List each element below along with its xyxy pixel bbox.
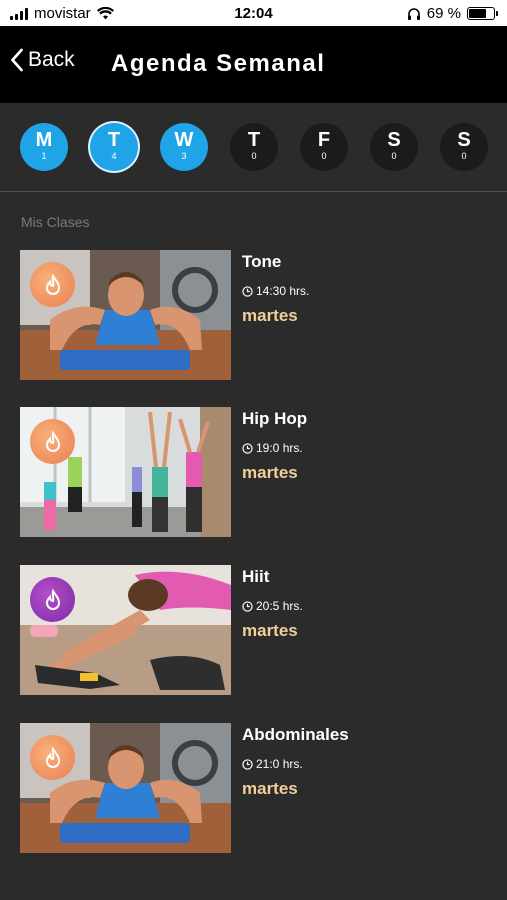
- headphones-icon: [407, 7, 420, 20]
- class-thumbnail: [20, 250, 231, 380]
- battery-icon: [467, 7, 498, 20]
- day-letter: W: [174, 129, 194, 151]
- day-count: 0: [461, 151, 467, 161]
- class-thumbnail: [20, 565, 231, 695]
- day-letter: T: [247, 129, 261, 151]
- day-button-friday[interactable]: F 0: [300, 123, 348, 171]
- class-item[interactable]: Abdominales 21:0 hrs. martes: [20, 723, 490, 853]
- class-item[interactable]: Hip Hop 19:0 hrs. martes: [20, 407, 490, 537]
- class-name: Tone: [242, 252, 282, 271]
- day-letter: T: [107, 129, 121, 151]
- class-thumbnail: [20, 723, 231, 853]
- class-time-text: 20:5 hrs.: [256, 599, 303, 613]
- class-time-text: 19:0 hrs.: [256, 441, 303, 455]
- class-name: Hiit: [242, 567, 270, 586]
- clock-icon: [242, 758, 253, 770]
- day-count: 0: [391, 151, 397, 161]
- day-button-sunday[interactable]: S 0: [440, 123, 488, 171]
- clock-icon: [242, 285, 253, 297]
- class-time: 19:0 hrs.: [242, 441, 303, 455]
- day-letter: S: [457, 129, 471, 151]
- status-bar: movistar 12:04 69 %: [0, 0, 507, 26]
- class-day: martes: [242, 621, 298, 640]
- day-letter: M: [35, 129, 53, 151]
- day-count: 0: [321, 151, 327, 161]
- class-name: Hip Hop: [242, 409, 308, 428]
- class-day: martes: [242, 463, 298, 482]
- class-item[interactable]: Tone 14:30 hrs. martes: [20, 250, 490, 380]
- status-right: 69 %: [407, 5, 498, 22]
- class-time: 14:30 hrs.: [242, 284, 309, 298]
- clock-icon: [242, 442, 253, 454]
- page-title: Agenda Semanal: [111, 50, 326, 77]
- class-day: martes: [242, 779, 298, 798]
- class-time-text: 21:0 hrs.: [256, 757, 303, 771]
- class-item[interactable]: Hiit 20:5 hrs. martes: [20, 565, 490, 695]
- flame-badge-icon: [30, 577, 75, 622]
- day-button-monday[interactable]: M 1: [20, 123, 68, 171]
- day-button-tuesday[interactable]: T 4: [90, 123, 138, 171]
- class-time: 21:0 hrs.: [242, 757, 303, 771]
- class-thumbnail: [20, 407, 231, 537]
- day-letter: S: [387, 129, 401, 151]
- day-letter: F: [317, 129, 331, 151]
- day-count: 4: [111, 151, 117, 161]
- battery-percent: 69 %: [426, 5, 461, 22]
- class-time-text: 14:30 hrs.: [256, 284, 310, 298]
- day-button-wednesday[interactable]: W 3: [160, 123, 208, 171]
- back-label: Back: [28, 48, 75, 71]
- class-time: 20:5 hrs.: [242, 599, 303, 613]
- day-count: 0: [251, 151, 257, 161]
- day-button-thursday[interactable]: T 0: [230, 123, 278, 171]
- flame-badge-icon: [30, 735, 75, 780]
- day-button-saturday[interactable]: S 0: [370, 123, 418, 171]
- nav-bar: Back Agenda Semanal: [0, 26, 507, 103]
- divider: [0, 191, 507, 192]
- class-day: martes: [242, 306, 298, 325]
- back-button[interactable]: Back: [10, 48, 75, 72]
- day-selector: M 1 T 4 W 3 T 0 F 0 S 0 S 0: [0, 103, 507, 191]
- day-count: 3: [181, 151, 187, 161]
- flame-badge-icon: [30, 262, 75, 307]
- day-count: 1: [41, 151, 47, 161]
- clock-icon: [242, 600, 253, 612]
- chevron-left-icon: [11, 48, 23, 72]
- class-name: Abdominales: [242, 725, 349, 744]
- flame-badge-icon: [30, 419, 75, 464]
- section-label: Mis Clases: [21, 214, 90, 230]
